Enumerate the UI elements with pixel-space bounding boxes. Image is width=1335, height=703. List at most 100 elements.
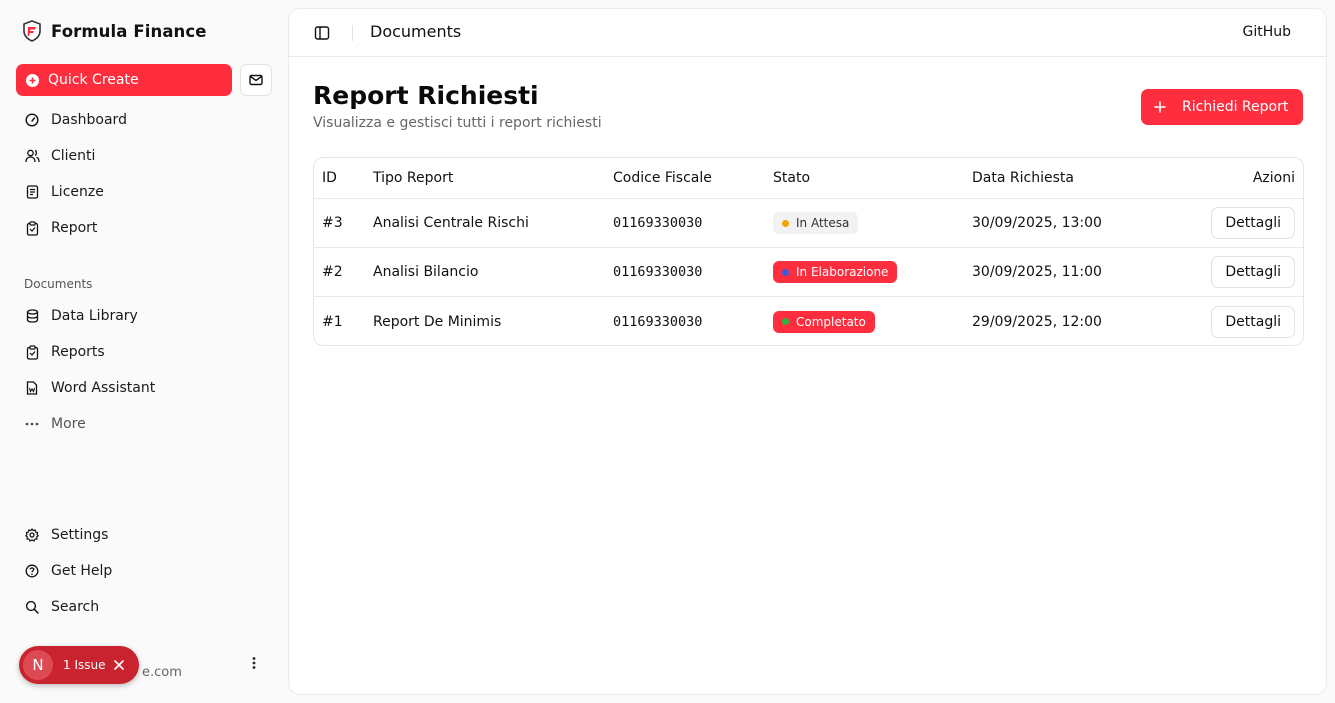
sidebar-item-label: Reports bbox=[51, 344, 105, 360]
row-date: 29/09/2025, 12:00 bbox=[972, 313, 1102, 330]
row-type: Report De Minimis bbox=[373, 313, 502, 330]
row-state: Completato bbox=[773, 297, 875, 345]
database-icon bbox=[24, 308, 40, 324]
table-row: #2 Analisi Bilancio 01169330030 In Elabo… bbox=[314, 248, 1303, 297]
row-state: In Elaborazione bbox=[773, 248, 898, 296]
quick-create-button[interactable]: Quick Create bbox=[16, 64, 232, 96]
column-header-id: ID bbox=[322, 170, 337, 186]
sidebar-item-label: Report bbox=[51, 220, 98, 236]
status-badge: In Attesa bbox=[773, 212, 859, 234]
details-button[interactable]: Dettagli bbox=[1211, 207, 1295, 239]
row-cf: 01169330030 bbox=[613, 215, 703, 231]
topbar: Documents GitHub bbox=[289, 9, 1326, 57]
user-email: e.com bbox=[142, 665, 182, 680]
column-header-actions: Azioni bbox=[1252, 170, 1295, 186]
sidebar-item-reports[interactable]: Reports bbox=[16, 334, 272, 370]
sidebar-item-label: Clienti bbox=[51, 148, 96, 164]
sidebar-item-label: Licenze bbox=[51, 184, 104, 200]
sidebar-item-label: Settings bbox=[51, 527, 109, 543]
column-header-type: Tipo Report bbox=[373, 170, 454, 186]
row-id: #3 bbox=[322, 215, 343, 231]
main-nav: Dashboard Clienti Licenze Report bbox=[16, 102, 272, 246]
sidebar-item-report[interactable]: Report bbox=[16, 210, 272, 246]
details-button[interactable]: Dettagli bbox=[1211, 256, 1295, 288]
issue-count-label: 1 Issue bbox=[63, 658, 106, 672]
clipboard-icon bbox=[24, 344, 40, 360]
sidebar-item-word-assistant[interactable]: Word Assistant bbox=[16, 370, 272, 406]
plus-icon bbox=[1154, 101, 1166, 113]
issue-badge[interactable]: N 1 Issue bbox=[19, 646, 139, 684]
sidebar-item-search[interactable]: Search bbox=[16, 589, 272, 625]
brand[interactable]: Formula Finance bbox=[22, 19, 207, 43]
more-vertical-icon[interactable] bbox=[246, 655, 262, 671]
table-row: #1 Report De Minimis 01169330030 Complet… bbox=[314, 297, 1303, 345]
bottom-nav: Settings Get Help Search bbox=[16, 517, 272, 625]
details-button[interactable]: Dettagli bbox=[1211, 305, 1295, 338]
status-label: In Elaborazione bbox=[796, 265, 889, 279]
help-icon bbox=[24, 563, 40, 579]
sidebar-item-label: Search bbox=[51, 599, 100, 615]
row-state: In Attesa bbox=[773, 199, 859, 247]
status-dot bbox=[782, 318, 789, 325]
close-icon[interactable] bbox=[113, 659, 125, 671]
request-report-button[interactable]: Richiedi Report bbox=[1141, 89, 1303, 125]
row-cf: 01169330030 bbox=[613, 264, 703, 280]
inbox-button[interactable] bbox=[240, 64, 272, 96]
reports-table: ID Tipo Report Codice Fiscale Stato Data… bbox=[313, 157, 1304, 346]
sidebar-item-label: More bbox=[51, 416, 86, 432]
issue-avatar: N bbox=[23, 650, 53, 680]
clipboard-icon bbox=[24, 220, 40, 236]
status-label: Completato bbox=[796, 314, 866, 329]
sidebar-item-clienti[interactable]: Clienti bbox=[16, 138, 272, 174]
row-date: 30/09/2025, 13:00 bbox=[972, 215, 1102, 231]
row-actions: Dettagli bbox=[1211, 248, 1295, 296]
quick-actions: Quick Create bbox=[16, 64, 272, 96]
table-row: #3 Analisi Centrale Rischi 01169330030 I… bbox=[314, 199, 1303, 248]
sidebar-item-label: Dashboard bbox=[51, 112, 127, 128]
file-word-icon bbox=[24, 380, 40, 396]
sidebar-item-dashboard[interactable]: Dashboard bbox=[16, 102, 272, 138]
main-panel: Documents GitHub Report Richiesti Visual… bbox=[288, 8, 1327, 695]
documents-group-label: Documents bbox=[24, 277, 93, 291]
sidebar-item-data-library[interactable]: Data Library bbox=[16, 298, 272, 334]
row-id: #2 bbox=[322, 264, 343, 280]
column-header-cf: Codice Fiscale bbox=[613, 170, 712, 186]
sidebar-item-settings[interactable]: Settings bbox=[16, 517, 272, 553]
row-actions: Dettagli bbox=[1211, 199, 1295, 247]
row-actions: Dettagli bbox=[1211, 297, 1295, 345]
row-id: #1 bbox=[322, 313, 343, 330]
search-icon bbox=[24, 599, 40, 615]
page-title: Report Richiesti bbox=[313, 81, 539, 110]
status-dot bbox=[782, 219, 789, 227]
sidebar-toggle-icon[interactable] bbox=[314, 25, 330, 41]
row-type: Analisi Centrale Rischi bbox=[373, 215, 529, 231]
sidebar-item-more[interactable]: More bbox=[16, 406, 272, 442]
documents-nav: Data Library Reports Word Assistant More bbox=[16, 298, 272, 442]
gear-icon bbox=[24, 527, 40, 543]
gauge-icon bbox=[24, 112, 40, 128]
sidebar-item-label: Get Help bbox=[51, 563, 113, 579]
sidebar: Formula Finance Quick Create Dashboard C… bbox=[0, 0, 288, 703]
mail-icon bbox=[249, 74, 263, 86]
github-link[interactable]: GitHub bbox=[1242, 24, 1291, 40]
row-date: 30/09/2025, 11:00 bbox=[972, 264, 1102, 280]
sidebar-item-label: Data Library bbox=[51, 308, 138, 324]
sidebar-item-label: Word Assistant bbox=[51, 380, 156, 396]
column-header-state: Stato bbox=[773, 170, 811, 186]
page-subtitle: Visualizza e gestisci tutti i report ric… bbox=[313, 115, 602, 131]
topbar-divider bbox=[352, 25, 353, 41]
status-badge: Completato bbox=[773, 310, 875, 333]
dots-icon bbox=[24, 416, 40, 432]
license-icon bbox=[24, 184, 40, 200]
users-icon bbox=[24, 148, 40, 164]
plus-circle-icon bbox=[26, 73, 39, 87]
row-cf: 01169330030 bbox=[613, 313, 703, 330]
status-label: In Attesa bbox=[796, 216, 850, 230]
sidebar-item-licenze[interactable]: Licenze bbox=[16, 174, 272, 210]
page-breadcrumb: Documents bbox=[370, 22, 462, 41]
sidebar-item-get-help[interactable]: Get Help bbox=[16, 553, 272, 589]
quick-create-label: Quick Create bbox=[48, 72, 139, 88]
status-dot bbox=[782, 268, 789, 276]
brand-logo-icon bbox=[22, 20, 42, 42]
request-report-label: Richiedi Report bbox=[1182, 99, 1289, 115]
